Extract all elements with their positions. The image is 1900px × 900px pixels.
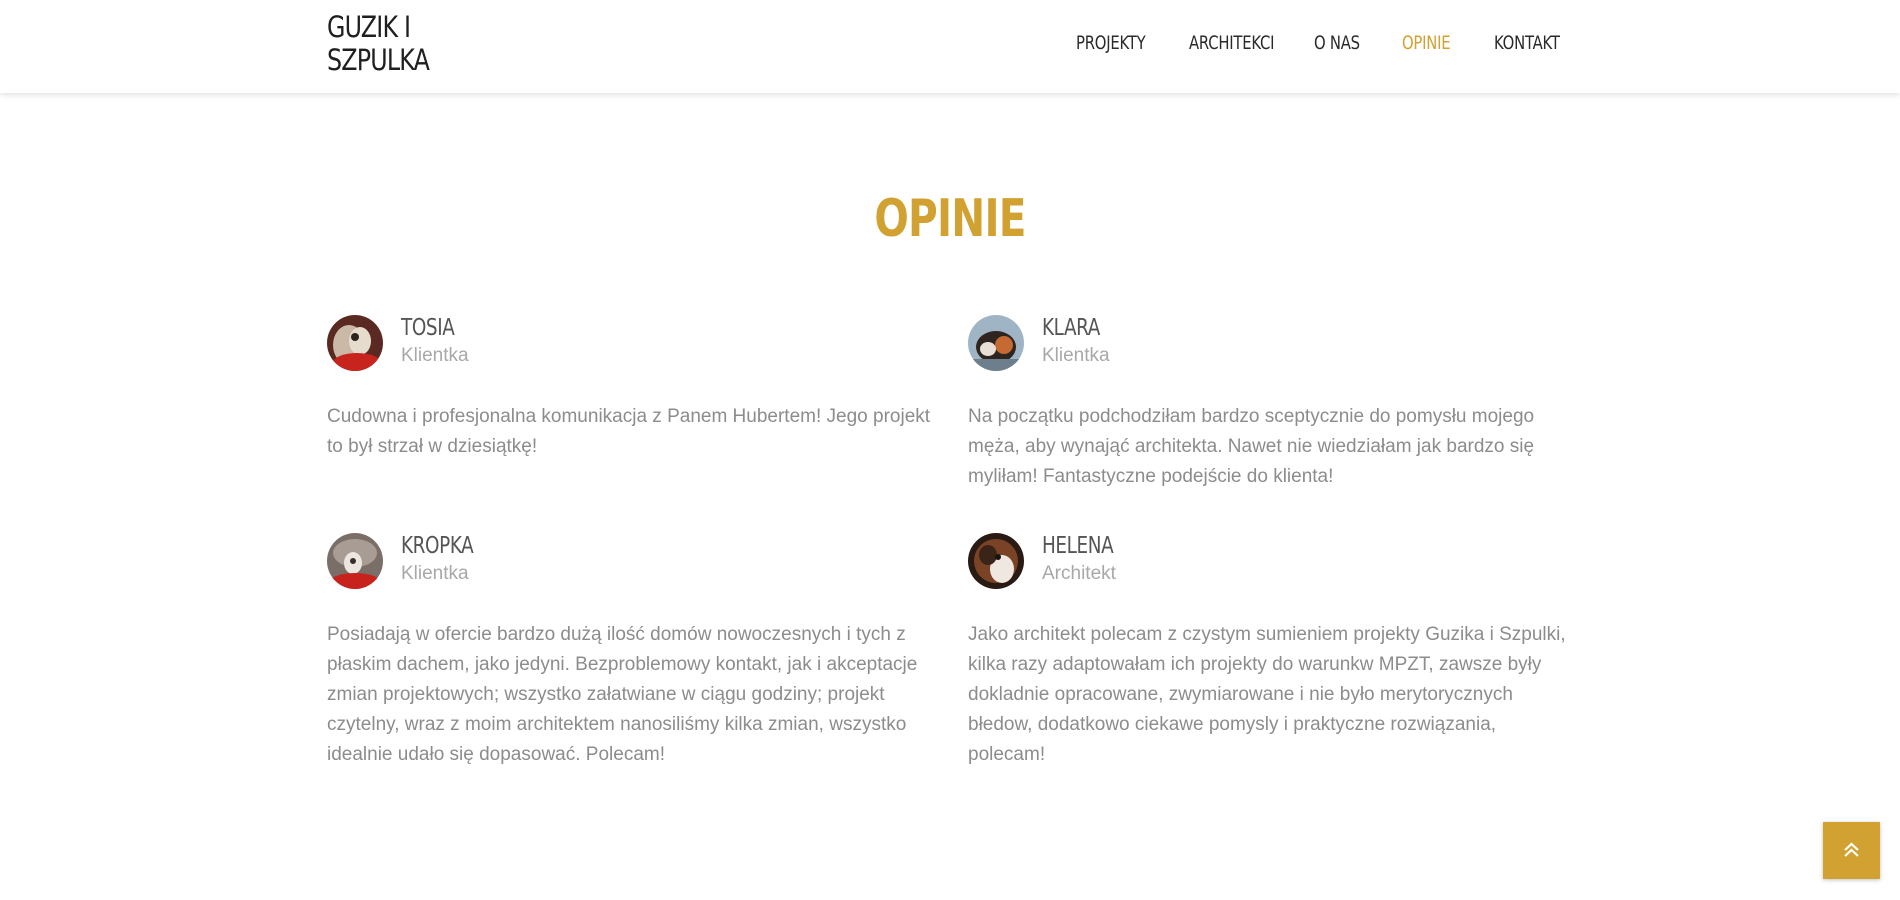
nav-item-o-nas[interactable]: O NAS xyxy=(1314,32,1360,54)
testimonial-text: Posiadają w ofercie bardzo dużą ilość do… xyxy=(327,624,918,765)
testimonial-text: Jako architekt polecam z czystym sumieni… xyxy=(968,624,1566,765)
cat-photo-avatar-icon xyxy=(327,533,383,589)
avatar xyxy=(968,315,1024,371)
testimonial-role: Klientka xyxy=(401,345,469,366)
testimonial-text: Na początku podchodziłam bardzo sceptycz… xyxy=(968,406,1535,487)
avatar xyxy=(968,533,1024,589)
avatar xyxy=(327,533,383,589)
testimonial-name: HELENA xyxy=(1042,533,1114,559)
cat-photo-avatar-icon xyxy=(327,315,383,371)
section-title: OPINIE xyxy=(0,189,1900,249)
nav-item-projekty[interactable]: PROJEKTY xyxy=(1076,32,1146,54)
nav-item-architekci[interactable]: ARCHITEKCI xyxy=(1189,32,1274,54)
scroll-to-top-button[interactable] xyxy=(1823,822,1880,879)
nav-item-opinie[interactable]: OPINIE xyxy=(1402,32,1451,54)
testimonial-name: KROPKA xyxy=(401,533,474,559)
testimonial-role: Klientka xyxy=(401,563,469,584)
double-chevron-up-icon xyxy=(1844,842,1859,857)
testimonial-name: TOSIA xyxy=(401,315,455,341)
main-nav: PROJEKTY ARCHITEKCI O NAS OPINIE KONTAKT xyxy=(0,32,1900,62)
cat-photo-avatar-icon xyxy=(968,533,1024,589)
testimonial-name: KLARA xyxy=(1042,315,1100,341)
avatar xyxy=(327,315,383,371)
testimonial-text: Cudowna i profesjonalna komunikacja z Pa… xyxy=(327,406,931,457)
testimonial-role: Architekt xyxy=(1042,563,1116,584)
site-header: GUZIK I SZPULKA PROJEKTY ARCHITEKCI O NA… xyxy=(0,0,1900,93)
section-title-text: OPINIE xyxy=(874,189,1026,249)
nav-item-kontakt[interactable]: KONTAKT xyxy=(1494,32,1560,54)
testimonial-role: Klientka xyxy=(1042,345,1110,366)
cat-photo-avatar-icon xyxy=(968,315,1024,371)
